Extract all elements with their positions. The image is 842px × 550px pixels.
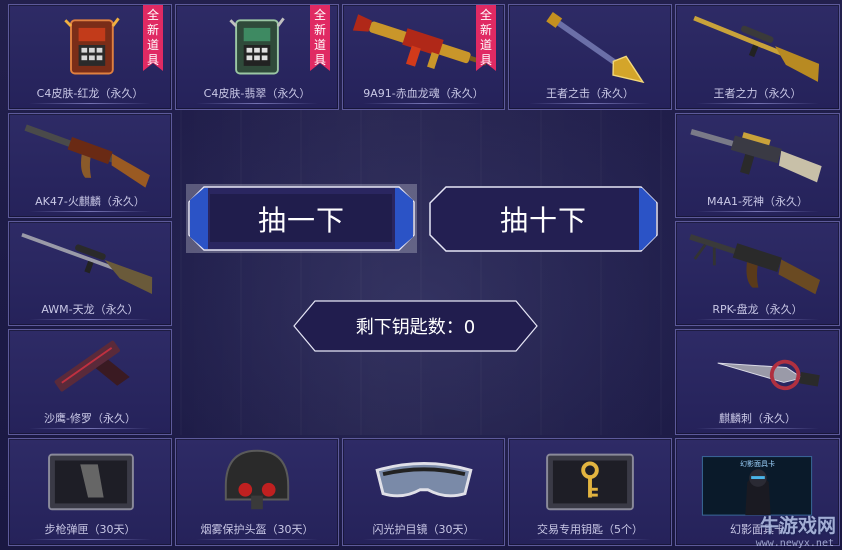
goggles-icon xyxy=(343,441,504,519)
prize-cell-helmet[interactable]: 烟雾保护头盔（30天） xyxy=(175,438,339,546)
prize-cell-rpk[interactable]: RPK-盘龙（永久） xyxy=(675,221,840,326)
draw-ten-label: 抽十下 xyxy=(499,204,587,237)
prize-label: 交易专用钥匙（5个） xyxy=(537,523,643,536)
watermark: 牛游戏网 xyxy=(759,515,836,537)
label-underline xyxy=(696,103,819,104)
prize-cell-deagle[interactable]: 沙鹰-修罗（永久） xyxy=(8,329,172,435)
prize-label: AWM-天龙（永久） xyxy=(41,303,139,316)
prize-label: 烟雾保护头盔（30天） xyxy=(200,523,314,536)
new-item-badge: 全新道具 xyxy=(143,5,163,71)
prize-label: AK47-火麒麟（永久） xyxy=(35,195,145,208)
desert-eagle-icon xyxy=(9,332,171,408)
prize-label: C4皮肤-红龙（永久） xyxy=(36,87,144,100)
label-underline xyxy=(696,319,819,320)
prize-cell-qilin-blade[interactable]: 麒麟刺（永久） xyxy=(675,329,840,435)
prize-cell-magazine[interactable]: 步枪弹匣（30天） xyxy=(8,438,172,546)
golden-key-icon xyxy=(509,441,671,519)
rifle-magazine-icon xyxy=(9,441,171,519)
label-underline xyxy=(529,103,651,104)
awm-sniper-icon xyxy=(9,224,171,299)
label-underline xyxy=(363,103,484,104)
prize-cell-9a91[interactable]: 全新道具 9A91-赤血龙魂（永久） xyxy=(342,4,505,110)
card-title: 幻影面具卡 xyxy=(740,460,775,468)
draw-one-label: 抽一下 xyxy=(257,203,345,237)
label-underline xyxy=(29,103,151,104)
prize-label: RPK-盘龙（永久） xyxy=(712,303,803,316)
prize-cell-shovel[interactable]: 王者之击（永久） xyxy=(508,4,672,110)
prize-label: 闪光护目镜（30天） xyxy=(372,523,475,536)
draw-one-button[interactable]: 抽一下 xyxy=(186,184,417,253)
prize-cell-c4-red[interactable]: 全新道具 C4皮肤-红龙（永久） xyxy=(8,4,172,110)
m4a1-icon xyxy=(676,116,839,191)
label-underline xyxy=(529,539,651,540)
prize-label: 王者之击（永久） xyxy=(546,87,634,100)
rpk-machinegun-icon xyxy=(676,224,839,299)
key-count-display: 剩下钥匙数：0 xyxy=(293,300,538,352)
prize-label: 王者之力（永久） xyxy=(713,87,802,100)
label-underline xyxy=(29,539,151,540)
new-item-badge: 全新道具 xyxy=(476,5,496,71)
prize-label: M4A1-死神（永久） xyxy=(707,195,808,208)
new-item-badge: 全新道具 xyxy=(310,5,330,71)
label-underline xyxy=(696,428,819,429)
prize-label: 沙鹰-修罗（永久） xyxy=(44,412,136,425)
prize-cell-ak47[interactable]: AK47-火麒麟（永久） xyxy=(8,113,172,218)
label-underline xyxy=(29,319,151,320)
prize-cell-awm[interactable]: AWM-天龙（永久） xyxy=(8,221,172,326)
label-underline xyxy=(696,211,819,212)
prize-label: 麒麟刺（永久） xyxy=(719,412,796,425)
prize-label: 9A91-赤血龙魂（永久） xyxy=(363,87,484,100)
gas-helmet-icon xyxy=(176,441,338,519)
mask-card-icon xyxy=(676,441,839,519)
prize-cell-m4a1[interactable]: M4A1-死神（永久） xyxy=(675,113,840,218)
label-underline xyxy=(196,539,318,540)
golden-shovel-icon xyxy=(509,7,671,84)
label-underline xyxy=(196,103,318,104)
label-underline xyxy=(363,539,484,540)
sniper-gold-icon xyxy=(676,7,839,83)
draw-ten-button[interactable]: 抽十下 xyxy=(428,185,659,253)
prize-cell-awp-king[interactable]: 王者之力（永久） xyxy=(675,4,840,110)
prize-cell-goggles[interactable]: 闪光护目镜（30天） xyxy=(342,438,505,546)
prize-cell-trade-key[interactable]: 交易专用钥匙（5个） xyxy=(508,438,672,546)
prize-label: 步枪弹匣（30天） xyxy=(44,523,136,536)
prize-label: C4皮肤-翡翠（永久） xyxy=(203,87,311,100)
label-underline xyxy=(29,428,151,429)
watermark-url: www.newyx.net xyxy=(755,538,834,549)
label-underline xyxy=(29,211,151,212)
ak47-icon xyxy=(9,116,171,191)
prize-cell-c4-jade[interactable]: 全新道具 C4皮肤-翡翠（永久） xyxy=(175,4,339,110)
qilin-blade-icon xyxy=(676,332,839,408)
key-count-label: 剩下钥匙数：0 xyxy=(355,317,476,338)
